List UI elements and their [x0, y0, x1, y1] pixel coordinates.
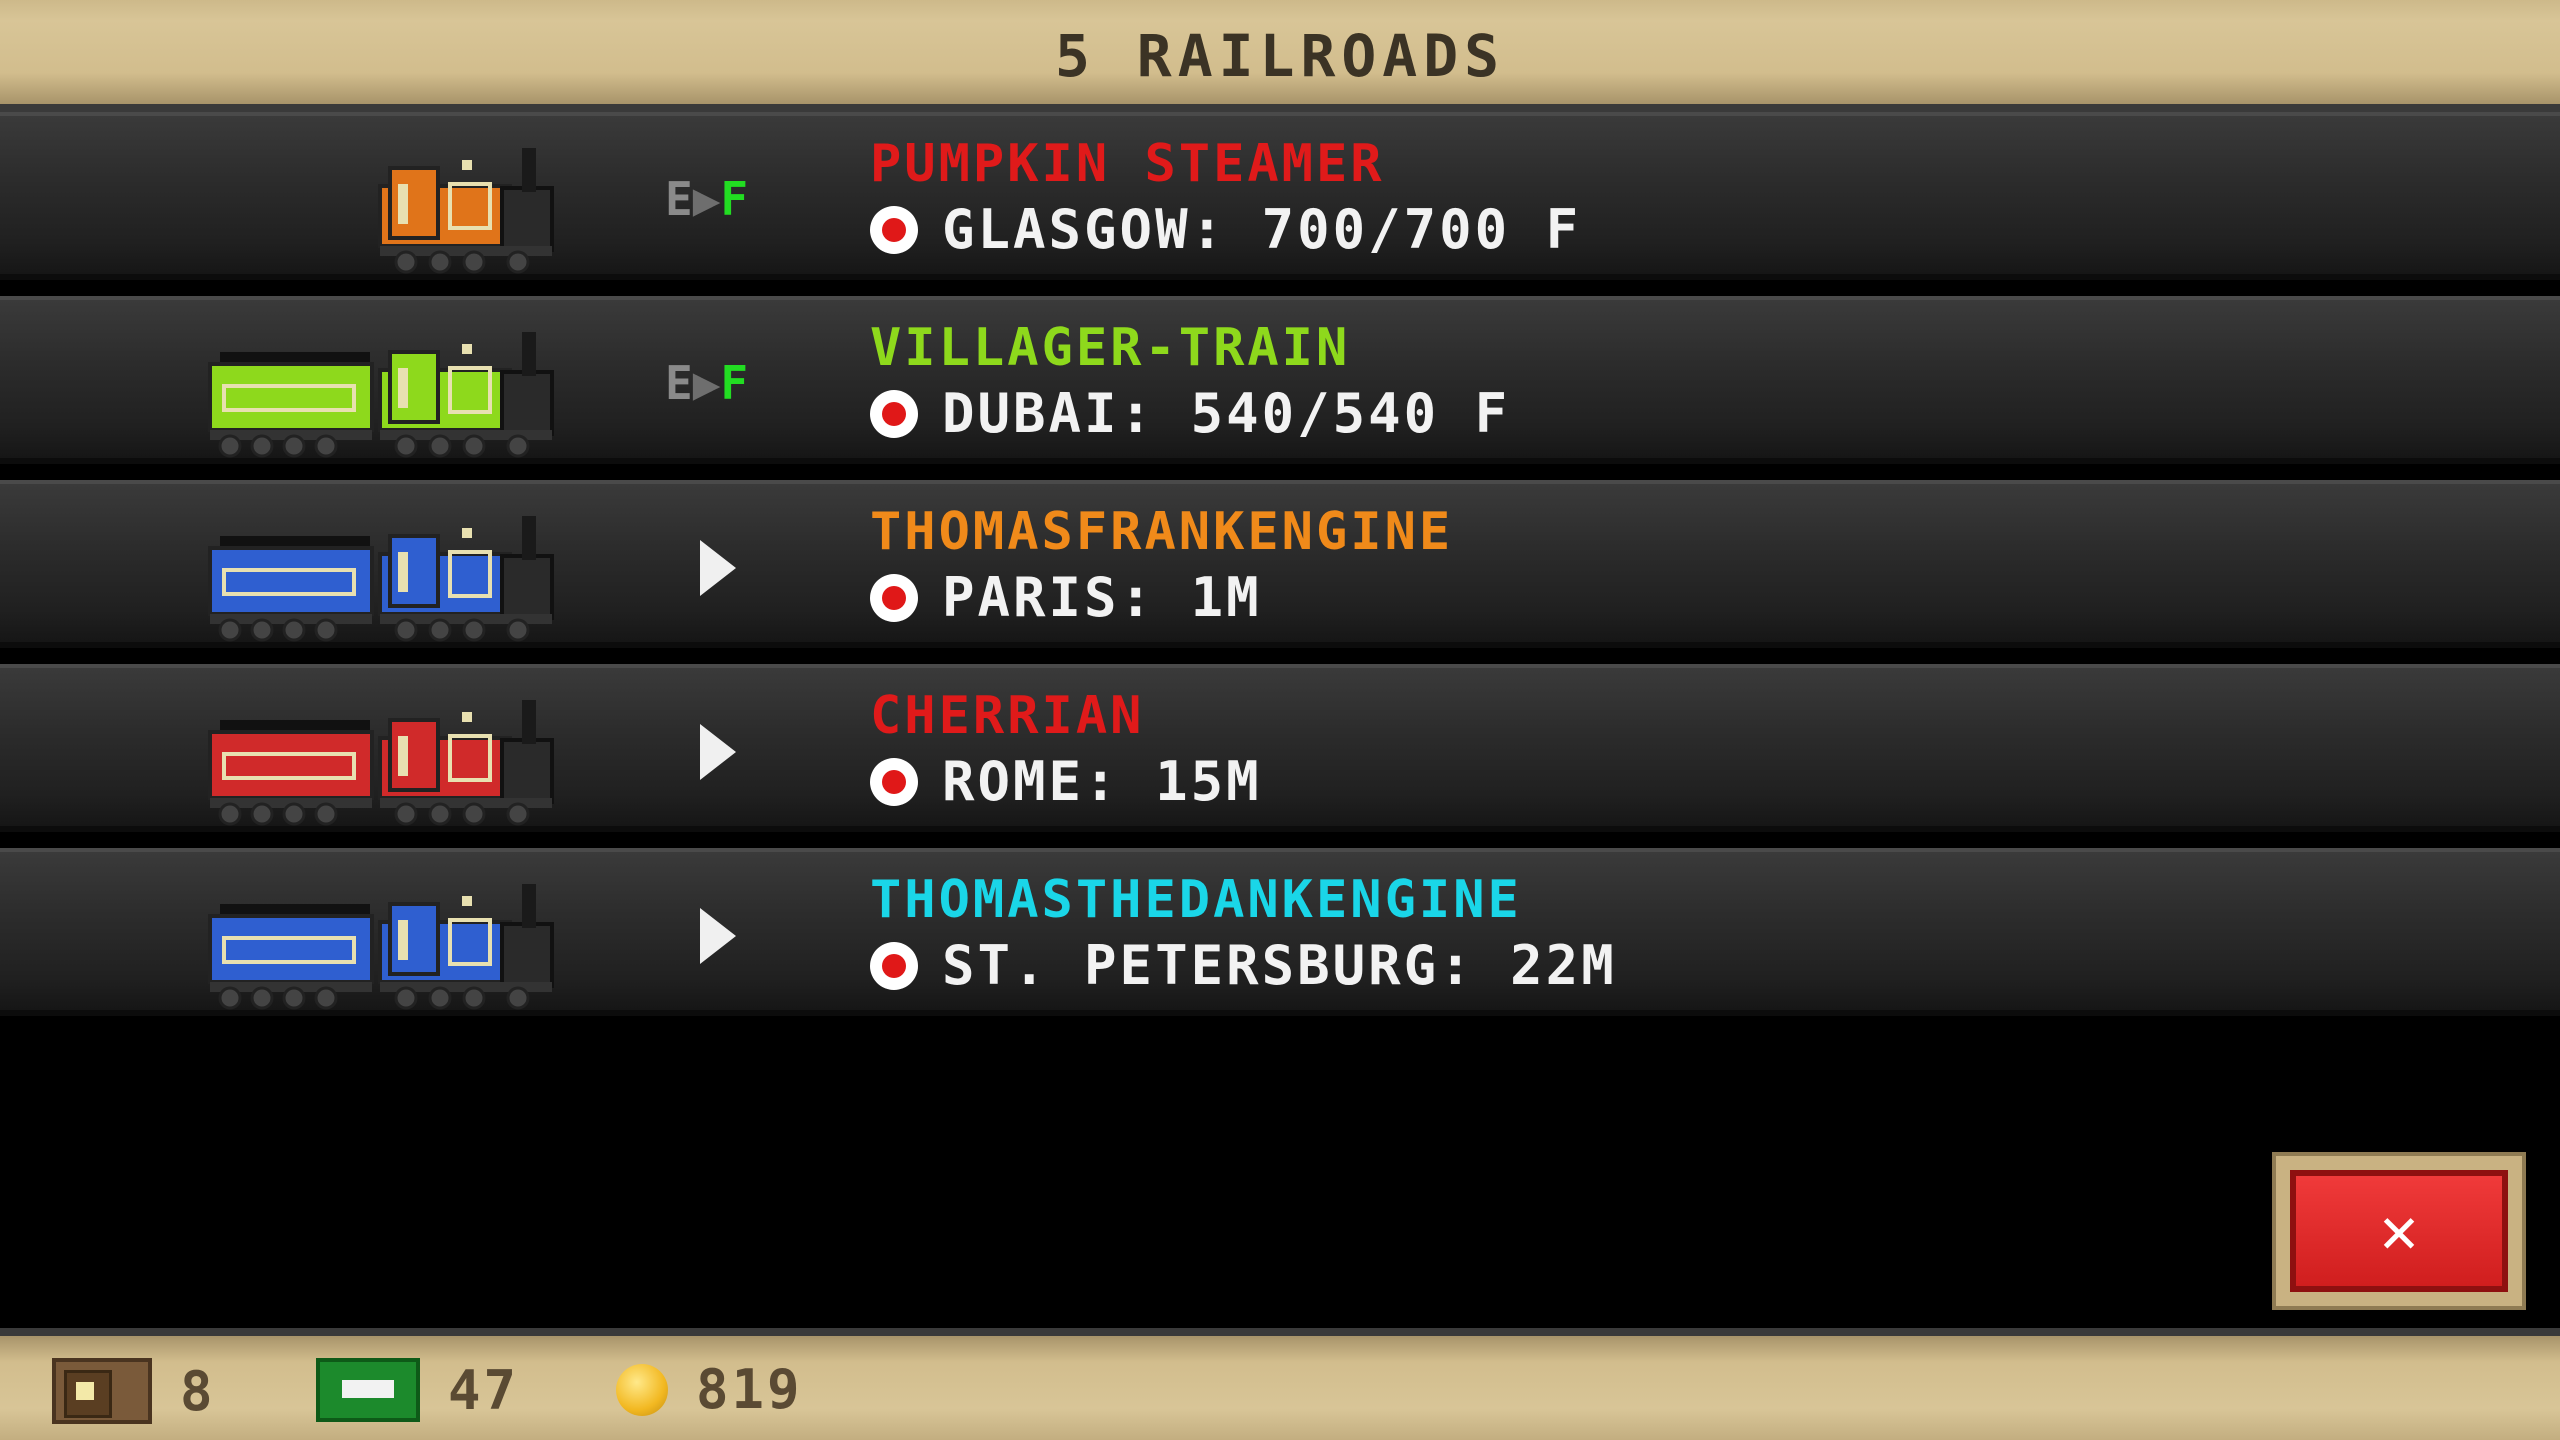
train-sprite — [200, 496, 570, 646]
train-sprite — [200, 128, 570, 278]
footer-bar: 8 47 819 — [0, 1328, 2560, 1440]
location-pin-icon — [870, 205, 918, 254]
train-location: ROME: 15M — [870, 750, 1262, 813]
close-button[interactable]: ✕ — [2272, 1152, 2526, 1310]
loading-indicator: E▶F — [665, 356, 749, 410]
cash-stat: 47 — [316, 1358, 519, 1422]
train-name: THOMASFRANKENGINE — [870, 502, 1454, 562]
train-name: THOMASTHEDANKENGINE — [870, 870, 1522, 930]
cash-count: 47 — [448, 1358, 520, 1422]
tickets-count: 8 — [180, 1359, 216, 1423]
train-name: CHERRIAN — [870, 686, 1145, 746]
train-location: PARIS: 1M — [870, 566, 1262, 629]
coins-stat: 819 — [616, 1358, 803, 1421]
train-sprite — [200, 312, 570, 462]
ticket-icon — [52, 1358, 152, 1424]
train-row[interactable]: E▶F PUMPKIN STEAMER GLASGOW: 700/700 F — [0, 112, 2560, 280]
train-row[interactable]: CHERRIAN ROME: 15M — [0, 664, 2560, 832]
railroad-list: E▶F PUMPKIN STEAMER GLASGOW: 700/700 F E… — [0, 112, 2560, 1032]
train-location: ST. PETERSBURG: 22M — [870, 934, 1617, 997]
location-pin-icon — [870, 389, 918, 438]
close-icon[interactable]: ✕ — [2290, 1170, 2508, 1292]
loading-indicator: E▶F — [665, 172, 749, 226]
location-pin-icon — [870, 573, 918, 622]
train-location: DUBAI: 540/540 F — [870, 382, 1510, 445]
train-row[interactable]: THOMASFRANKENGINE PARIS: 1M — [0, 480, 2560, 648]
train-row[interactable]: E▶F VILLAGER-TRAIN DUBAI: 540/540 F — [0, 296, 2560, 464]
train-sprite — [200, 864, 570, 1014]
page-title: 5 RAILROADS — [1054, 22, 1506, 90]
play-icon — [700, 724, 736, 780]
play-icon — [700, 540, 736, 596]
location-pin-icon — [870, 941, 918, 990]
play-icon — [700, 908, 736, 964]
tickets-stat: 8 — [52, 1358, 216, 1424]
coin-icon — [616, 1363, 668, 1416]
train-name: VILLAGER-TRAIN — [870, 318, 1351, 378]
train-location: GLASGOW: 700/700 F — [870, 198, 1581, 261]
train-name: PUMPKIN STEAMER — [870, 134, 1385, 194]
train-sprite — [200, 680, 570, 830]
location-pin-icon — [870, 757, 918, 806]
header-bar: 5 RAILROADS — [0, 0, 2560, 112]
train-row[interactable]: THOMASTHEDANKENGINE ST. PETERSBURG: 22M — [0, 848, 2560, 1016]
cash-icon — [316, 1358, 420, 1422]
coins-count: 819 — [696, 1358, 803, 1421]
